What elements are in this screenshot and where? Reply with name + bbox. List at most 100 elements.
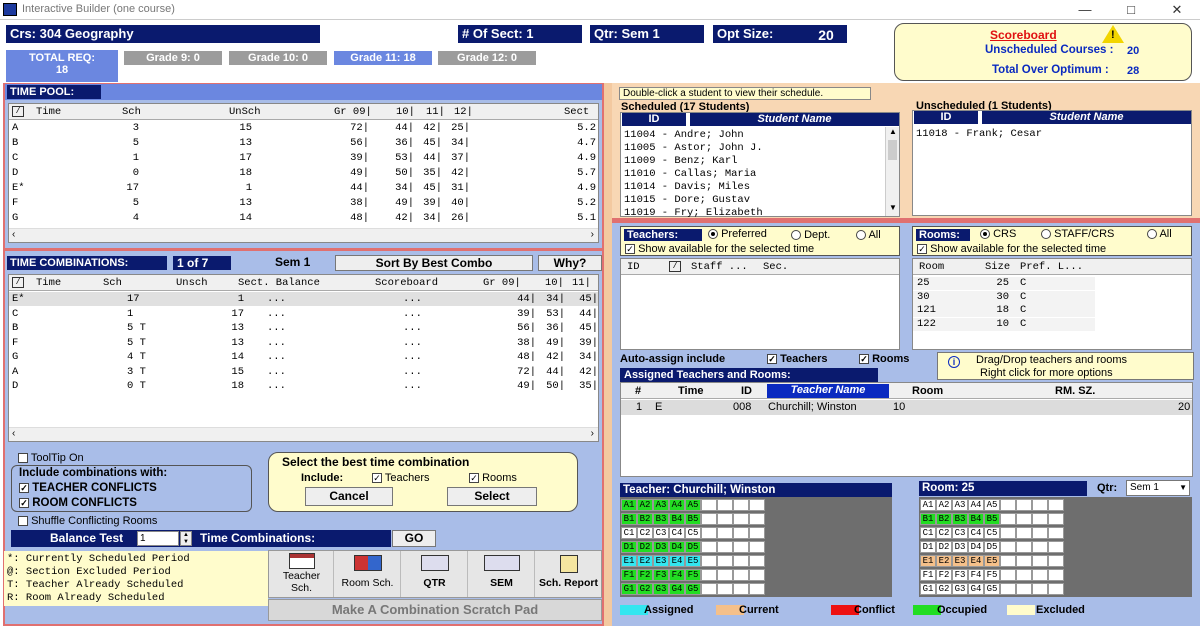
period-cell[interactable]: B5 [685,513,701,525]
col-12[interactable]: 12| [454,106,473,118]
period-cell[interactable] [1000,499,1016,511]
period-cell[interactable]: A3 [653,499,669,511]
period-cell[interactable] [701,527,717,539]
period-cell[interactable] [749,499,765,511]
period-cell[interactable] [1016,513,1032,525]
auto-rooms-option[interactable]: ✓ Rooms [859,353,909,365]
period-cell[interactable] [1016,555,1032,567]
auto-teachers-checkbox[interactable]: ✓ [767,354,777,365]
select-teachers-option[interactable]: ✓ Teachers [372,472,430,484]
table-row[interactable]: F 5 13 38| 49| 39| 40| 5.2 [9,196,598,211]
tooltip-option[interactable]: ToolTip On [18,452,84,464]
period-cell[interactable] [1032,527,1048,539]
period-cell[interactable]: B2 [637,513,653,525]
period-cell[interactable]: A4 [669,499,685,511]
table-row[interactable]: 1 E 008 Churchill; Winston 10 20 [621,400,1192,415]
period-cell[interactable]: E2 [637,555,653,567]
period-cell[interactable] [733,583,749,595]
period-cell[interactable]: F5 [685,569,701,581]
period-cell[interactable] [717,569,733,581]
period-cell[interactable] [1048,555,1064,567]
period-cell[interactable]: F4 [669,569,685,581]
all-teachers-option[interactable]: All [856,229,881,241]
period-cell[interactable]: G2 [936,583,952,595]
col-10[interactable]: 10| [396,106,415,118]
period-cell[interactable] [1016,541,1032,553]
period-cell[interactable] [1032,499,1048,511]
period-cell[interactable] [733,513,749,525]
col-teacher-name[interactable]: Teacher Name [767,384,889,398]
col-id[interactable]: ID [622,113,686,126]
chevron-down-icon[interactable]: ▼ [1179,481,1187,495]
table-row[interactable]: B 5 13 56| 36| 45| 34| 4.7 [9,136,598,151]
period-cell[interactable]: C2 [936,527,952,539]
period-cell[interactable]: E4 [968,555,984,567]
period-cell[interactable] [701,569,717,581]
period-cell[interactable] [1032,513,1048,525]
auto-teachers-option[interactable]: ✓ Teachers [767,353,828,365]
period-cell[interactable] [749,513,765,525]
assigned-table[interactable]: # Time ID Teacher Name Room RM. SZ. 1 E … [620,382,1193,477]
table-row[interactable]: F 5 T 13...... 38| 49| 39| [9,336,598,350]
period-cell[interactable] [1000,527,1016,539]
grade-12-tab[interactable]: Grade 12: 0 [438,51,536,65]
col-sch[interactable]: Sch [122,106,141,118]
all-teachers-radio[interactable] [856,230,866,241]
period-cell[interactable]: D4 [968,541,984,553]
period-cell[interactable]: G5 [984,583,1000,595]
time-pool-table[interactable]: / Time Sch UnSch Gr 09| 10| 11| 12| Sect… [8,103,599,243]
period-cell[interactable] [717,583,733,595]
all-rooms-radio[interactable] [1147,229,1157,240]
period-cell[interactable]: A5 [984,499,1000,511]
period-cell[interactable] [717,499,733,511]
list-item[interactable]: 11014 - Davis; Miles [624,181,750,193]
sem-button[interactable]: SEM [469,551,535,597]
col-unsch[interactable]: Unsch [176,277,208,289]
col-11[interactable]: 11| [572,277,591,289]
period-cell[interactable] [733,541,749,553]
table-row[interactable]: 121 18 C [913,304,1095,317]
period-cell[interactable]: B3 [952,513,968,525]
unscheduled-list[interactable]: ID Student Name 11018 - Frank; Cesar [912,110,1192,216]
period-cell[interactable]: B5 [984,513,1000,525]
period-cell[interactable] [1000,583,1016,595]
rooms-show-checkbox[interactable]: ✓ [917,244,927,255]
room-conflicts-checkbox[interactable]: ✓ [19,497,29,508]
staff-crs-radio[interactable] [1041,229,1051,240]
period-cell[interactable] [1048,541,1064,553]
period-cell[interactable]: A1 [920,499,936,511]
col-size[interactable]: Size [985,261,1010,273]
period-cell[interactable] [1048,569,1064,581]
go-button[interactable]: GO [392,530,436,547]
period-cell[interactable]: C1 [920,527,936,539]
table-row[interactable]: G 4 14 48| 42| 34| 26| 5.1 [9,211,598,226]
period-cell[interactable]: B1 [920,513,936,525]
col-num[interactable]: # [635,385,641,397]
qtr-select[interactable]: Sem 1 ▼ [1126,480,1190,496]
sort-icon[interactable]: / [12,106,24,117]
period-cell[interactable] [1032,569,1048,581]
teachers-table[interactable]: ID / Staff ... Sec. [620,258,900,350]
period-cell[interactable]: A2 [936,499,952,511]
teachers-show-option[interactable]: ✓ Show available for the selected time [625,243,814,255]
list-item[interactable]: 11015 - Dore; Gustav [624,194,750,206]
period-cell[interactable] [701,541,717,553]
period-cell[interactable]: B2 [936,513,952,525]
time-combos-table[interactable]: / Time Sch Unsch Sect. Balance Scoreboar… [8,274,599,442]
period-cell[interactable] [1048,499,1064,511]
period-cell[interactable] [1000,541,1016,553]
period-cell[interactable]: E1 [920,555,936,567]
period-cell[interactable]: E5 [984,555,1000,567]
period-cell[interactable]: C1 [621,527,637,539]
period-cell[interactable]: F3 [653,569,669,581]
horizontal-scrollbar[interactable]: ‹ › [9,427,598,441]
teacher-conflicts-checkbox[interactable]: ✓ [19,482,29,493]
period-cell[interactable]: G3 [952,583,968,595]
grade-10-tab[interactable]: Grade 10: 0 [229,51,327,65]
table-row[interactable]: C 1 17...... 39| 53| 44| [9,307,598,321]
period-cell[interactable] [733,555,749,567]
select-rooms-option[interactable]: ✓ Rooms [469,472,517,484]
period-cell[interactable] [749,555,765,567]
why-button[interactable]: Why? [538,255,602,271]
col-sch[interactable]: Sch [103,277,122,289]
